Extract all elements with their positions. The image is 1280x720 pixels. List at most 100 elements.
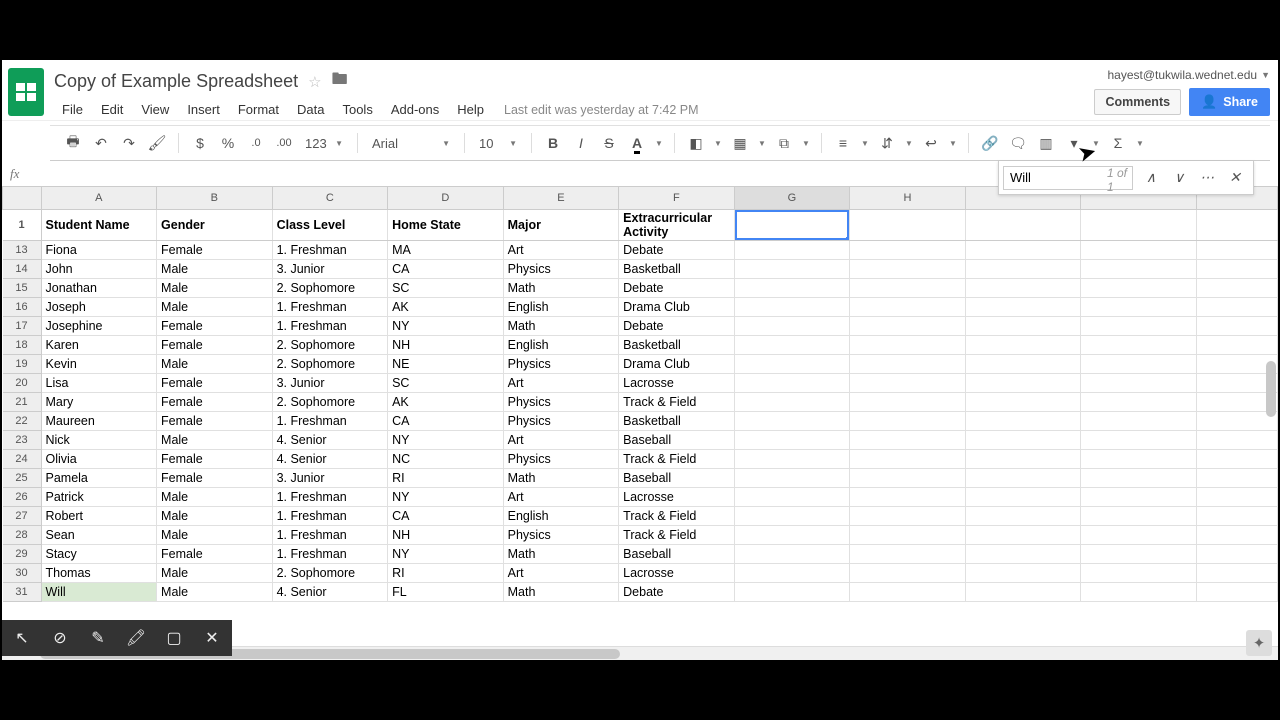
cell[interactable]: 1. Freshman (272, 545, 388, 564)
borders-dropdown-icon[interactable]: ▼ (755, 130, 769, 156)
cell[interactable] (1196, 526, 1277, 545)
cell[interactable] (850, 431, 966, 450)
cell[interactable]: Track & Field (619, 450, 735, 469)
cell[interactable]: Male (157, 260, 273, 279)
cell[interactable]: Math (503, 583, 619, 602)
column-header[interactable]: F (619, 187, 735, 209)
cell[interactable]: Track & Field (619, 393, 735, 412)
cell[interactable]: Male (157, 526, 273, 545)
cell[interactable] (1081, 431, 1197, 450)
cell[interactable]: Fiona (41, 241, 157, 260)
cell[interactable]: Drama Club (619, 355, 735, 374)
cell[interactable]: 1. Freshman (272, 526, 388, 545)
cell[interactable]: Female (157, 545, 273, 564)
row-header[interactable]: 1 (3, 209, 42, 241)
cell[interactable] (1081, 583, 1197, 602)
menu-insert[interactable]: Insert (179, 99, 228, 120)
cell[interactable]: Baseball (619, 431, 735, 450)
cell[interactable]: Male (157, 583, 273, 602)
cell[interactable]: 2. Sophomore (272, 279, 388, 298)
cell[interactable]: NC (388, 450, 504, 469)
cell[interactable] (850, 564, 966, 583)
text-color-dropdown-icon[interactable]: ▼ (652, 130, 666, 156)
cell[interactable] (734, 241, 850, 260)
cell[interactable]: Female (157, 469, 273, 488)
cell[interactable] (965, 545, 1081, 564)
row-header[interactable]: 17 (3, 317, 42, 336)
percent-button[interactable]: % (215, 130, 241, 156)
cell[interactable] (965, 564, 1081, 583)
undo-icon[interactable]: ↶ (88, 130, 114, 156)
decimal-increase-button[interactable]: .00 (271, 130, 297, 156)
cell[interactable]: Physics (503, 355, 619, 374)
cell[interactable]: AK (388, 393, 504, 412)
row-header[interactable]: 18 (3, 336, 42, 355)
user-account[interactable]: hayest@tukwila.wednet.edu ▼ (1107, 68, 1270, 82)
cell[interactable]: Math (503, 279, 619, 298)
link-icon[interactable]: 🔗 (977, 130, 1003, 156)
cell[interactable] (1081, 317, 1197, 336)
cell[interactable]: Jonathan (41, 279, 157, 298)
cell[interactable] (1196, 469, 1277, 488)
find-prev-button[interactable]: ∧ (1137, 164, 1165, 192)
cell[interactable] (965, 469, 1081, 488)
vertical-scrollbar[interactable] (1266, 361, 1276, 417)
wrap-button[interactable]: ↩ (918, 130, 944, 156)
cell[interactable]: Lacrosse (619, 488, 735, 507)
cell[interactable] (734, 279, 850, 298)
explore-button[interactable]: ✦ (1246, 630, 1272, 656)
cell[interactable] (965, 355, 1081, 374)
cell[interactable]: Art (503, 564, 619, 583)
cell[interactable]: RI (388, 469, 504, 488)
cell[interactable]: Baseball (619, 545, 735, 564)
text-color-button[interactable]: A (624, 130, 650, 156)
cell[interactable]: 1. Freshman (272, 241, 388, 260)
cell[interactable]: Stacy (41, 545, 157, 564)
cell[interactable] (850, 545, 966, 564)
cell[interactable]: 1. Freshman (272, 488, 388, 507)
number-format-dropdown[interactable]: 123▼ (299, 133, 349, 154)
row-header[interactable]: 31 (3, 583, 42, 602)
cell[interactable] (734, 583, 850, 602)
cell[interactable] (850, 507, 966, 526)
cell[interactable] (965, 279, 1081, 298)
cell[interactable] (965, 412, 1081, 431)
cell[interactable]: Physics (503, 526, 619, 545)
cell[interactable]: Gender (157, 209, 273, 241)
share-button[interactable]: 👤 Share (1189, 88, 1270, 116)
font-size-dropdown[interactable]: 10▼ (473, 133, 523, 154)
cell[interactable] (1081, 488, 1197, 507)
cell[interactable]: Male (157, 355, 273, 374)
cell[interactable]: Sean (41, 526, 157, 545)
cell[interactable]: 2. Sophomore (272, 393, 388, 412)
cell[interactable] (1081, 241, 1197, 260)
cell[interactable]: Track & Field (619, 507, 735, 526)
comment-icon[interactable]: 🗨 (1005, 130, 1031, 156)
cell[interactable] (850, 469, 966, 488)
cell[interactable]: Patrick (41, 488, 157, 507)
cell[interactable]: CA (388, 260, 504, 279)
menu-help[interactable]: Help (449, 99, 492, 120)
cell[interactable]: Physics (503, 412, 619, 431)
cell[interactable]: NE (388, 355, 504, 374)
menu-data[interactable]: Data (289, 99, 332, 120)
row-header[interactable]: 16 (3, 298, 42, 317)
cell[interactable] (850, 583, 966, 602)
cell[interactable]: Debate (619, 317, 735, 336)
redo-icon[interactable]: ↷ (116, 130, 142, 156)
column-header[interactable]: E (503, 187, 619, 209)
cell[interactable] (965, 526, 1081, 545)
cell[interactable] (1196, 209, 1277, 241)
cell[interactable] (1081, 412, 1197, 431)
cell[interactable] (965, 298, 1081, 317)
cell[interactable]: English (503, 298, 619, 317)
valign-dropdown-icon[interactable]: ▼ (902, 130, 916, 156)
chart-icon[interactable]: ▥ (1033, 130, 1059, 156)
cell[interactable]: Thomas (41, 564, 157, 583)
cell[interactable] (734, 355, 850, 374)
cell[interactable] (965, 241, 1081, 260)
cell[interactable]: Math (503, 469, 619, 488)
cell[interactable]: Physics (503, 450, 619, 469)
comments-button[interactable]: Comments (1094, 89, 1181, 115)
cell[interactable]: Debate (619, 241, 735, 260)
